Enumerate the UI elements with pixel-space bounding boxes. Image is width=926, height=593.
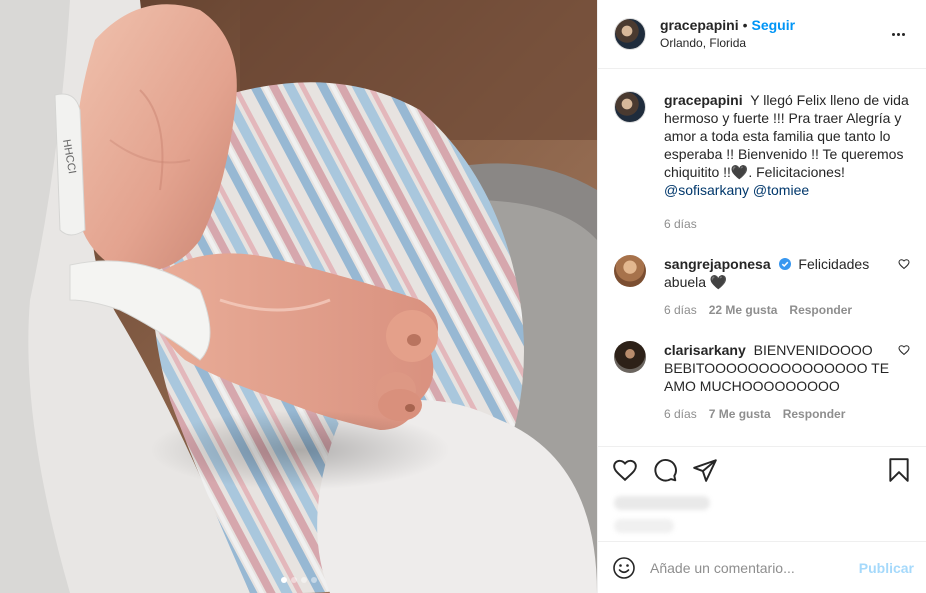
commenter-avatar[interactable] (614, 255, 646, 287)
post-header-info: gracepapini • Seguir Orlando, Florida (660, 16, 886, 52)
blurred-date (614, 519, 674, 533)
commenter-avatar[interactable] (614, 341, 646, 373)
comment-input[interactable] (650, 559, 859, 576)
follow-button[interactable]: Seguir (752, 16, 796, 34)
profile-photo-icon[interactable] (614, 18, 646, 50)
comment-item: clarisarkany BIENVENIDOOOO BEBITOOOOOOOO… (614, 341, 910, 423)
caption-meta: 6 días (664, 215, 910, 233)
heart-icon[interactable] (898, 258, 910, 270)
verified-badge-icon (778, 258, 791, 270)
comment-likes[interactable]: 22 Me gusta (709, 301, 778, 319)
commenter-username[interactable]: clarisarkany (664, 342, 746, 358)
comment-likes[interactable]: 7 Me gusta (709, 405, 771, 423)
post-header: gracepapini • Seguir Orlando, Florida (598, 0, 926, 69)
post-location[interactable]: Orlando, Florida (660, 34, 886, 52)
comment-time[interactable]: 6 días (664, 405, 697, 423)
comment-time[interactable]: 6 días (664, 301, 697, 319)
publish-button[interactable]: Publicar (859, 560, 914, 576)
caption: gracepapini Y llegó Felix lleno de vida … (614, 91, 910, 233)
newborn-feet-image: HHCCI (0, 0, 597, 593)
commenter-username[interactable]: sangrejaponesa (664, 256, 771, 272)
caption-body: gracepapini Y llegó Felix lleno de vida … (664, 91, 910, 233)
carousel-indicator (0, 577, 597, 583)
comment-icon[interactable] (652, 457, 678, 483)
mention-link[interactable]: @tomiee (753, 182, 809, 198)
comment-meta: 6 días 7 Me gusta Responder (664, 405, 890, 423)
caption-avatar[interactable] (614, 91, 646, 123)
caption-time[interactable]: 6 días (664, 215, 697, 233)
post-side-panel: gracepapini • Seguir Orlando, Florida gr… (597, 0, 926, 593)
instagram-post: HHCCI gracepapini • Seguir Orlando, Flor… (0, 0, 926, 593)
comment-body: sangrejaponesa Felicidades abuela 🖤 6 dí… (664, 255, 890, 319)
carousel-dot (280, 577, 287, 583)
carousel-dot (310, 577, 317, 583)
likes-summary-blurred (598, 492, 926, 541)
heart-icon[interactable] (898, 344, 910, 356)
emoji-icon[interactable] (612, 556, 636, 580)
comment-item: sangrejaponesa Felicidades abuela 🖤 6 dí… (614, 255, 910, 319)
blurred-likes (614, 496, 710, 510)
comment-meta: 6 días 22 Me gusta Responder (664, 301, 890, 319)
post-photo[interactable]: HHCCI (0, 0, 597, 593)
share-icon[interactable] (692, 457, 718, 483)
comments-list[interactable]: gracepapini Y llegó Felix lleno de vida … (598, 69, 926, 446)
separator-dot: • (742, 17, 748, 33)
reply-button[interactable]: Responder (783, 405, 846, 423)
carousel-dot (300, 577, 307, 583)
carousel-dot (290, 577, 297, 583)
heart-icon[interactable] (612, 457, 638, 483)
more-options-icon[interactable] (886, 22, 910, 46)
mention-link[interactable]: @sofisarkany (664, 182, 749, 198)
add-comment-bar: Publicar (598, 541, 926, 593)
action-bar (598, 446, 926, 492)
owner-username[interactable]: gracepapini (660, 16, 739, 34)
reply-button[interactable]: Responder (789, 301, 852, 319)
bookmark-icon[interactable] (886, 457, 912, 483)
comment-body: clarisarkany BIENVENIDOOOO BEBITOOOOOOOO… (664, 341, 890, 423)
caption-username[interactable]: gracepapini (664, 92, 743, 108)
